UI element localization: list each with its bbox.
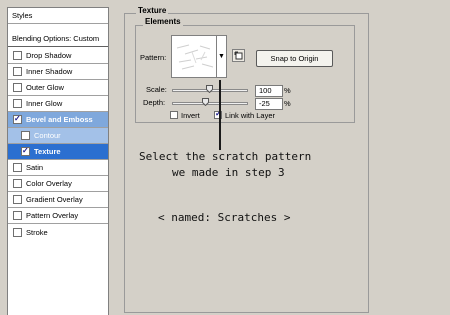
style-item-inner-glow[interactable]: Inner Glow — [8, 96, 108, 112]
styles-list-panel: Styles Blending Options: Custom Drop Sha… — [7, 7, 109, 315]
depth-slider-track[interactable] — [172, 102, 248, 105]
styles-header[interactable]: Styles — [8, 8, 108, 24]
style-item-label: Drop Shadow — [26, 51, 72, 60]
style-item-label: Inner Shadow — [26, 67, 73, 76]
style-item-inner-shadow[interactable]: Inner Shadow — [8, 64, 108, 80]
gradient-overlay-checkbox[interactable] — [13, 195, 22, 204]
style-item-bevel-and-emboss[interactable]: Bevel and Emboss — [8, 112, 108, 128]
stroke-checkbox[interactable] — [13, 227, 22, 237]
style-item-drop-shadow[interactable]: Drop Shadow — [8, 48, 108, 64]
color-overlay-checkbox[interactable] — [13, 179, 22, 188]
invert-checkbox[interactable] — [170, 111, 178, 119]
annotation-line-2: we made in step 3 — [172, 166, 285, 179]
pattern-overlay-checkbox[interactable] — [13, 211, 22, 220]
scale-unit: % — [284, 86, 291, 95]
depth-unit: % — [284, 99, 291, 108]
outer-glow-checkbox[interactable] — [13, 83, 22, 92]
style-item-label: Pattern Overlay — [26, 211, 79, 220]
style-item-stroke[interactable]: Stroke — [8, 224, 108, 240]
annotation-line-3: < named: Scratches > — [158, 211, 291, 224]
style-item-color-overlay[interactable]: Color Overlay — [8, 176, 108, 192]
depth-input[interactable]: -25 — [255, 98, 283, 110]
invert-label: Invert — [181, 111, 200, 120]
style-item-texture[interactable]: Texture — [8, 144, 108, 160]
inner-shadow-checkbox[interactable] — [13, 67, 22, 76]
contour-checkbox[interactable] — [21, 131, 30, 140]
elements-group-box — [135, 25, 355, 123]
style-item-label: Outer Glow — [26, 83, 64, 92]
style-item-label: Texture — [34, 147, 61, 156]
pattern-label: Pattern: — [140, 53, 167, 62]
triangle-down-icon: ▼ — [218, 53, 225, 60]
style-item-label: Gradient Overlay — [26, 195, 83, 204]
scale-input[interactable]: 100 — [255, 85, 283, 97]
blending-options-item[interactable]: Blending Options: Custom — [8, 31, 108, 47]
styles-header-label: Styles — [12, 11, 33, 20]
annotation-line-1: Select the scratch pattern — [139, 150, 312, 163]
new-preset-icon — [234, 51, 243, 60]
inner-glow-checkbox[interactable] — [13, 99, 22, 108]
style-item-label: Satin — [26, 163, 44, 172]
drop-shadow-checkbox[interactable] — [13, 51, 22, 60]
scale-label: Scale: — [146, 85, 167, 94]
blending-options-label: Blending Options: Custom — [12, 34, 100, 43]
new-preset-from-pattern-button[interactable] — [232, 49, 245, 62]
style-item-label: Bevel and Emboss — [26, 115, 93, 124]
depth-label: Depth: — [143, 98, 166, 107]
pattern-picker-swatch[interactable] — [171, 35, 217, 78]
style-item-label: Inner Glow — [26, 99, 63, 108]
bevel-and-emboss-checkbox[interactable] — [13, 114, 22, 124]
depth-slider-thumb[interactable] — [202, 98, 209, 106]
style-item-pattern-overlay[interactable]: Pattern Overlay — [8, 208, 108, 224]
style-item-label: Contour — [34, 131, 61, 140]
annotation-pointer-line — [219, 80, 221, 150]
link-with-layer-label: Link with Layer — [225, 111, 276, 120]
texture-section-title: Texture — [136, 6, 169, 15]
pattern-dropdown-button[interactable]: ▼ — [217, 35, 227, 78]
style-item-contour[interactable]: Contour — [8, 128, 108, 144]
style-item-label: Color Overlay — [26, 179, 72, 188]
scratch-pattern-preview — [176, 44, 214, 70]
snap-to-origin-button[interactable]: Snap to Origin — [256, 50, 333, 67]
texture-checkbox[interactable] — [21, 146, 30, 156]
elements-group-title: Elements — [143, 17, 183, 26]
scale-slider-thumb[interactable] — [206, 85, 213, 93]
satin-checkbox[interactable] — [13, 163, 22, 172]
style-item-outer-glow[interactable]: Outer Glow — [8, 80, 108, 96]
style-item-gradient-overlay[interactable]: Gradient Overlay — [8, 192, 108, 208]
style-item-label: Stroke — [26, 227, 48, 237]
style-item-satin[interactable]: Satin — [8, 160, 108, 176]
